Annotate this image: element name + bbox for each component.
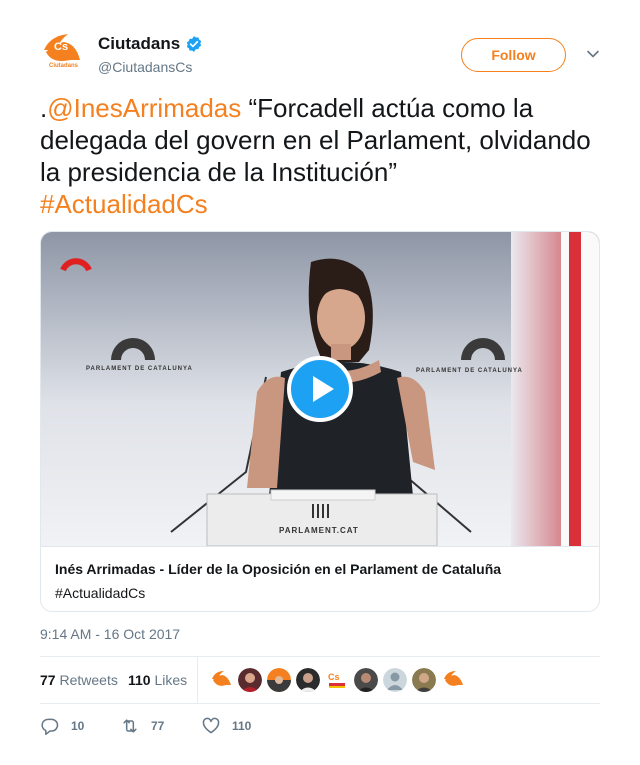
svg-text:PARLAMENT.CAT: PARLAMENT.CAT xyxy=(279,526,359,535)
play-button-icon[interactable] xyxy=(287,356,353,422)
liker-avatar[interactable] xyxy=(296,668,320,692)
account-handle[interactable]: @CiutadansCs xyxy=(98,59,192,75)
svg-text:Ciutadans: Ciutadans xyxy=(49,63,79,69)
tweet-timestamp[interactable]: 9:14 AM - 16 Oct 2017 xyxy=(40,626,180,642)
svg-text:PARLAMENT DE CATALUNYA: PARLAMENT DE CATALUNYA xyxy=(416,368,523,374)
likes-stat[interactable]: 110 Likes xyxy=(128,672,187,688)
likes-count: 110 xyxy=(128,672,151,688)
reply-count: 10 xyxy=(71,719,85,733)
card-meta[interactable]: Inés Arrimadas - Líder de la Oposición e… xyxy=(41,546,599,611)
name-row[interactable]: Ciutadans xyxy=(98,34,203,54)
hashtag-link[interactable]: #ActualidadCs xyxy=(40,189,208,219)
reply-icon[interactable] xyxy=(40,716,60,736)
svg-text:Cs: Cs xyxy=(328,672,340,682)
tweet-actions: 10 77 110 xyxy=(40,716,600,736)
verified-badge-icon xyxy=(187,36,202,52)
liker-avatar[interactable] xyxy=(412,668,436,692)
tweet-header: Cs Ciutadans Ciutadans @CiutadansCs Foll… xyxy=(40,30,600,80)
retweets-count: 77 xyxy=(40,672,56,688)
card-description: #ActualidadCs xyxy=(55,585,146,601)
chevron-down-icon[interactable] xyxy=(586,47,600,61)
account-avatar[interactable]: Cs Ciutadans xyxy=(40,30,86,76)
likers-list: Cs xyxy=(209,668,470,692)
liker-avatar[interactable] xyxy=(209,668,233,692)
liker-avatar[interactable] xyxy=(354,668,378,692)
mention-link[interactable]: @InesArrimadas xyxy=(47,93,241,123)
liker-avatar[interactable] xyxy=(441,668,465,692)
svg-text:Cs: Cs xyxy=(54,41,68,53)
retweet-count: 77 xyxy=(151,719,165,733)
liker-avatar[interactable] xyxy=(267,668,291,692)
like-action[interactable]: 110 xyxy=(201,716,251,736)
retweets-label: Retweets xyxy=(59,672,118,688)
liker-avatar[interactable]: Cs xyxy=(325,668,349,692)
retweet-icon[interactable] xyxy=(120,716,140,736)
like-count: 110 xyxy=(232,719,252,733)
stats-divider xyxy=(197,657,198,704)
reply-action[interactable]: 10 xyxy=(40,716,84,736)
tweet-stats: 77 Retweets 110 Likes Cs xyxy=(40,656,600,704)
ciutadans-logo-icon: Cs Ciutadans xyxy=(40,30,86,76)
liker-avatar[interactable] xyxy=(238,668,262,692)
retweet-action[interactable]: 77 xyxy=(120,716,164,736)
svg-text:PARLAMENT DE CATALUNYA: PARLAMENT DE CATALUNYA xyxy=(86,366,193,372)
heart-icon[interactable] xyxy=(201,716,221,736)
media-card[interactable]: PARLAMENT DE CATALUNYA PARLAMENT DE CATA… xyxy=(40,231,600,612)
card-title[interactable]: Inés Arrimadas - Líder de la Oposición e… xyxy=(55,561,501,577)
video-player[interactable]: PARLAMENT DE CATALUNYA PARLAMENT DE CATA… xyxy=(41,232,599,546)
liker-avatar[interactable] xyxy=(383,668,407,692)
likes-label: Likes xyxy=(154,672,188,688)
retweets-stat[interactable]: 77 Retweets xyxy=(40,672,118,688)
follow-button[interactable]: Follow xyxy=(461,38,566,72)
display-name[interactable]: Ciutadans xyxy=(98,34,180,54)
tweet-text: .@InesArrimadas “Forcadell actúa como la… xyxy=(40,92,600,220)
